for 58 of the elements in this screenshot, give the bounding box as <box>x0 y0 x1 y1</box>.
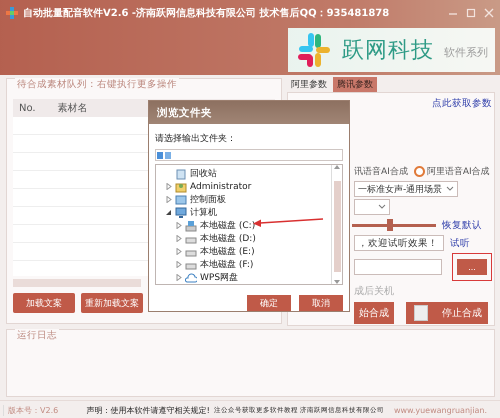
group-legend: 待合成素材队列：右键执行更多操作 <box>15 78 179 91</box>
tree-item[interactable]: 本地磁盘 (D:) <box>166 232 331 245</box>
group-legend: 运行日志 <box>15 329 59 342</box>
load-button[interactable]: 重新加载文案 <box>81 293 143 313</box>
start-button[interactable]: 始合成 <box>354 302 394 324</box>
listen-link[interactable]: 试听 <box>450 236 470 250</box>
tree-item[interactable]: Administrator <box>166 180 331 193</box>
option-dropdown[interactable] <box>354 199 390 215</box>
tree-item[interactable]: 本地磁盘 (C:) <box>166 219 331 232</box>
control-panel-icon <box>175 194 187 206</box>
status-text: 版本号：V2.6 <box>3 404 87 416</box>
scrollbar-thumb[interactable] <box>334 181 340 272</box>
cloud-icon <box>185 272 197 284</box>
column-header: 素材名 <box>58 102 88 115</box>
status-text: 声明：使用本软件请遵守相关规定! <box>86 404 211 416</box>
browse-button[interactable]: ... <box>457 259 487 275</box>
column-header: No. <box>19 102 36 114</box>
brand-logo-icon <box>296 32 332 68</box>
status-text: www.yuewangruanjian. <box>394 406 488 414</box>
tree-item[interactable]: 本地磁盘 (F:) <box>166 258 331 271</box>
close-icon <box>484 8 494 18</box>
radio-label: 讯语音AI合成 <box>354 166 408 178</box>
output-path-field[interactable] <box>354 259 442 275</box>
dialog-title: 浏览文件夹 <box>157 106 212 120</box>
settings-tab[interactable]: 阿里参数 <box>287 77 331 92</box>
tree-item[interactable]: 本地磁盘 (E:) <box>166 245 331 258</box>
tree-item[interactable]: 回收站 <box>166 167 331 180</box>
maximize-icon <box>466 8 476 18</box>
load-button[interactable]: 加载文案 <box>13 293 75 313</box>
voice-dropdown[interactable]: 一标准女声-通用场景 <box>354 181 458 197</box>
dialog-button[interactable]: 取消 <box>299 295 343 311</box>
caret-icon <box>378 204 386 210</box>
test-text-field[interactable]: ，欢迎试听效果！ <box>354 235 444 251</box>
caret-icon <box>446 186 454 192</box>
dialog-prompt: 请选择输出文件夹： <box>155 134 236 144</box>
brand-tagline: 软件系列 <box>444 44 488 60</box>
tree-item[interactable]: 控制面板 <box>166 193 331 206</box>
computer-icon <box>175 206 187 218</box>
engine-radio[interactable]: 阿里语音AI合成 <box>414 164 490 178</box>
brand-name: 跃网科技 <box>342 37 434 65</box>
app-logo-icon <box>6 7 18 19</box>
shutdown-checkbox-label: 成后关机 <box>354 284 394 298</box>
recycle-bin-icon <box>175 168 187 180</box>
get-params-link[interactable]: 点此获取参数 <box>432 96 492 110</box>
reset-default-link[interactable]: 恢复默认 <box>442 218 482 232</box>
speed-slider-thumb[interactable] <box>386 218 393 230</box>
stop-button[interactable]: 停止合成 <box>406 302 488 324</box>
toolbar-icon <box>156 150 172 160</box>
scroll-up-icon <box>334 165 340 169</box>
tree-item[interactable]: WPS网盘 <box>166 271 331 284</box>
stop-icon <box>414 305 428 321</box>
settings-tab[interactable]: 腾讯参数 <box>333 77 377 92</box>
user-folder-icon <box>175 180 187 192</box>
window-title: 自动批量配音软件V2.6 -济南跃网信息科技有限公司 技术售后QQ：935481878 <box>23 6 390 20</box>
scroll-down-icon <box>334 280 340 284</box>
tree-item[interactable]: 计算机 <box>166 206 331 219</box>
system-drive-icon <box>185 220 197 232</box>
dialog-button[interactable]: 确定 <box>247 295 291 311</box>
